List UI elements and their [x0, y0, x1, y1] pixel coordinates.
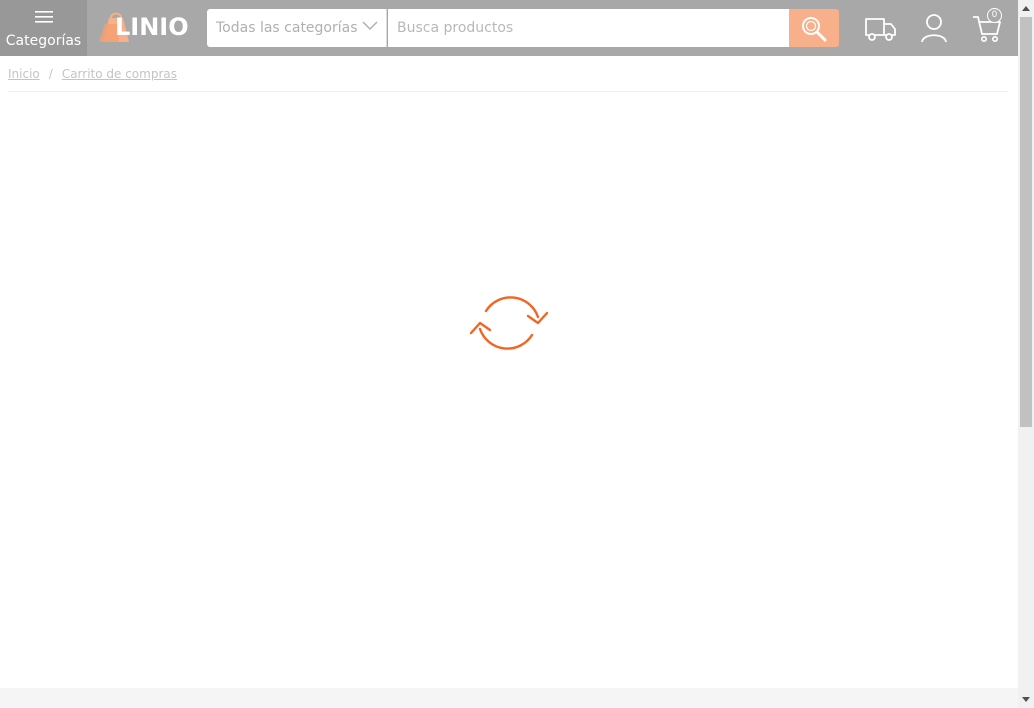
site-header: Categorías LINIO Todas las categorías Bu…: [0, 0, 1018, 56]
search-input[interactable]: [388, 9, 789, 47]
category-select[interactable]: Todas las categorías: [207, 9, 387, 47]
page: Categorías LINIO Todas las categorías Bu…: [0, 0, 1034, 708]
breadcrumb-separator: /: [48, 67, 53, 81]
linio-logo[interactable]: LINIO: [99, 10, 194, 46]
breadcrumb-divider: [8, 91, 1008, 92]
hamburger-icon: [35, 11, 53, 23]
categories-label: Categorías: [5, 33, 82, 49]
footer-band: [0, 688, 1018, 708]
user-icon[interactable]: [920, 12, 948, 44]
refresh-spinner-icon: [469, 296, 549, 350]
vertical-scrollbar[interactable]: [1018, 0, 1034, 708]
truck-icon[interactable]: [864, 13, 898, 43]
scroll-up-arrow-icon[interactable]: [1022, 6, 1030, 11]
categories-menu-button[interactable]: Categorías: [0, 0, 87, 56]
breadcrumb: Inicio / Carrito de compras: [8, 67, 177, 81]
scrollbar-thumb[interactable]: [1020, 17, 1032, 427]
scroll-down-arrow-icon[interactable]: [1022, 697, 1030, 702]
breadcrumb-cart-link[interactable]: Carrito de compras: [62, 67, 177, 81]
search-button[interactable]: [789, 9, 839, 47]
category-select-value: Todas las categorías: [216, 20, 358, 36]
breadcrumb-home-link[interactable]: Inicio: [8, 67, 40, 81]
logo-text: LINIO: [115, 13, 189, 41]
search-icon: [802, 17, 827, 42]
cart-count-badge: 0: [987, 8, 1002, 23]
chevron-down-icon: [362, 21, 378, 31]
